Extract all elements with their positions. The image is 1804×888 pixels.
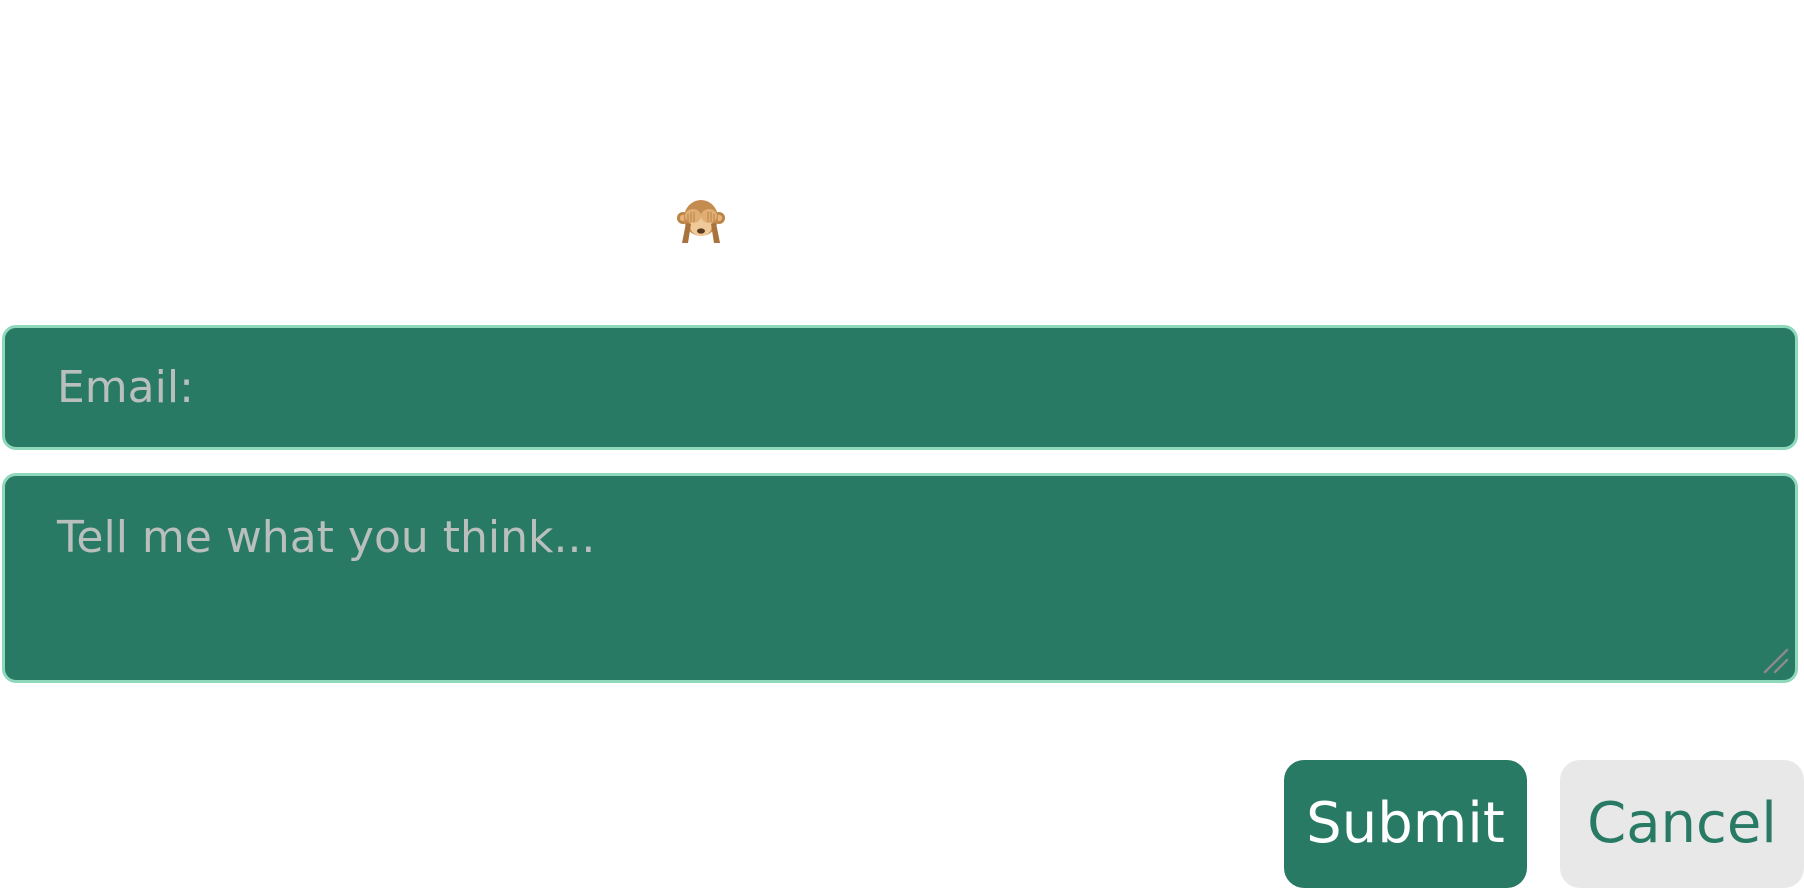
feedback-page: Email: Tell me what you think... Submit …	[0, 0, 1804, 888]
feedback-textarea[interactable]: Tell me what you think...	[2, 473, 1798, 683]
email-placeholder: Email:	[57, 362, 194, 413]
cancel-button[interactable]: Cancel	[1560, 760, 1804, 888]
see-no-evil-monkey-icon	[677, 200, 725, 243]
submit-button[interactable]: Submit	[1284, 760, 1527, 888]
feedback-placeholder: Tell me what you think...	[57, 512, 596, 563]
email-field[interactable]: Email:	[2, 325, 1798, 450]
resize-handle-icon[interactable]	[1763, 648, 1789, 674]
